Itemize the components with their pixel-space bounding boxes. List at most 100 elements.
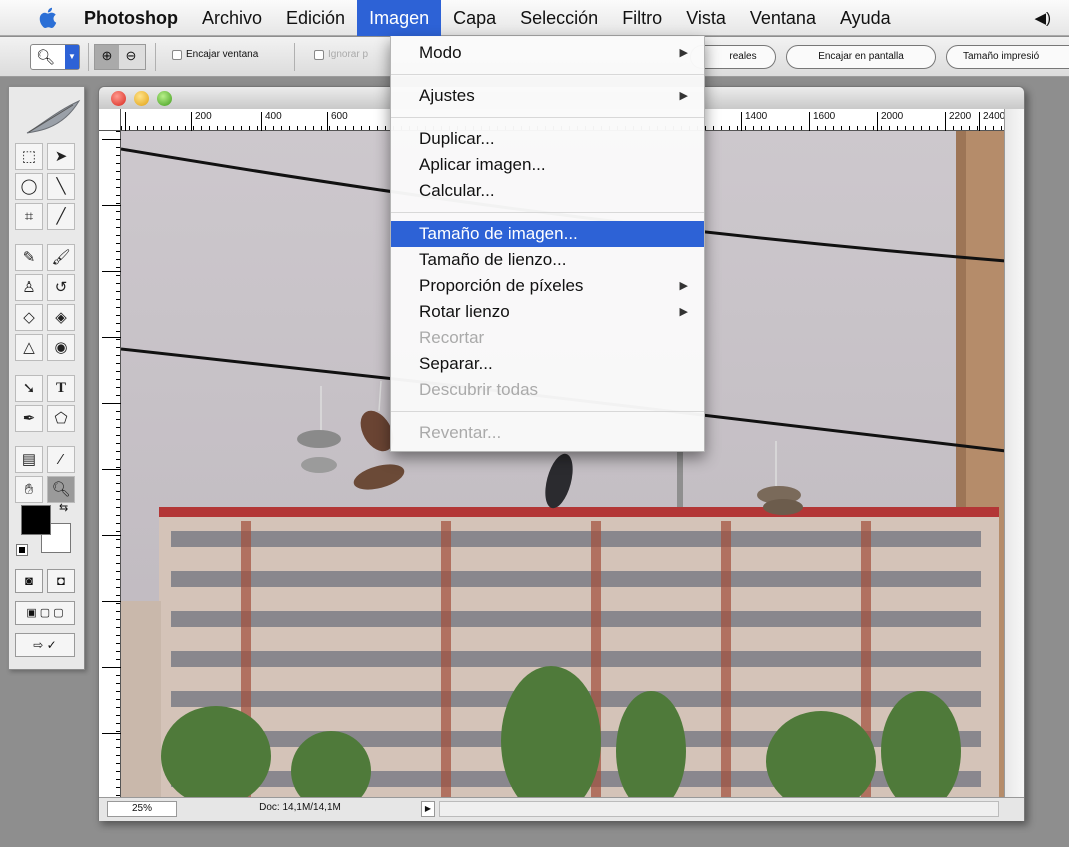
magic-wand-tool-icon[interactable]: ╲	[47, 173, 75, 200]
menu-edicion[interactable]: Edición	[274, 0, 357, 36]
eyedropper-tool-icon[interactable]: ⁄	[47, 446, 75, 473]
jump-to-imageready-icon[interactable]: ⇨ ✓	[15, 633, 75, 657]
zoom-window-button[interactable]	[157, 91, 172, 106]
pen-tool-icon[interactable]: ✒	[15, 405, 43, 432]
menu-archivo[interactable]: Archivo	[190, 0, 274, 36]
screen-mode-icon[interactable]: ▣ ▢ ▢	[15, 601, 75, 625]
dodge-tool-icon[interactable]: ◉	[47, 334, 75, 361]
speaker-icon[interactable]: ◀)	[1034, 9, 1051, 27]
encajar-en-pantalla-label: Encajar en pantalla	[818, 51, 904, 62]
eraser-tool-icon[interactable]: ◇	[15, 304, 43, 331]
history-brush-tool-icon[interactable]: ↺	[47, 274, 75, 301]
encajar-en-pantalla-button[interactable]: Encajar en pantalla	[786, 45, 936, 69]
zoom-in-icon[interactable]: ⊕	[95, 45, 119, 69]
screen-mode-row: ▣ ▢ ▢	[15, 601, 75, 625]
marquee-tool-icon[interactable]: ⬚	[15, 143, 43, 170]
menu-item-tamano-lienzo[interactable]: Tamaño de lienzo...	[391, 247, 704, 273]
chevron-down-icon: ▼	[65, 45, 79, 69]
minimize-button[interactable]	[134, 91, 149, 106]
path-selection-tool-icon[interactable]: ➘	[15, 375, 43, 402]
ruler-origin[interactable]	[99, 109, 121, 131]
menu-item-proporcion-pixeles[interactable]: Proporción de píxeles ▶	[391, 273, 704, 299]
ruler-label: 200	[191, 112, 212, 131]
move-tool-icon[interactable]: ➤	[47, 143, 75, 170]
menu-item-calcular[interactable]: Calcular...	[391, 178, 704, 204]
quick-mask-mode-icon[interactable]: ◘	[47, 569, 75, 593]
menu-item-ajustes[interactable]: Ajustes ▶	[391, 83, 704, 109]
default-colors-icon[interactable]	[16, 544, 28, 556]
divider	[155, 43, 156, 71]
swap-colors-icon[interactable]: ⇆	[59, 501, 68, 514]
shape-tool-icon[interactable]: ⬠	[47, 405, 75, 432]
horizontal-scrollbar[interactable]	[439, 801, 999, 817]
submenu-arrow-icon: ▶	[679, 306, 688, 318]
clone-stamp-tool-icon[interactable]: ♙	[15, 274, 43, 301]
foreground-color-swatch[interactable]	[21, 505, 51, 535]
tamano-impresion-button[interactable]: Tamaño impresió	[946, 45, 1069, 69]
crop-tool-icon[interactable]: ⌗	[15, 203, 43, 230]
tool-preset-picker[interactable]: 🔍︎ ▼	[30, 44, 80, 70]
menu-item-label: Proporción de píxeles	[419, 276, 584, 295]
menu-item-descubrir-todas: Descubrir todas	[419, 380, 539, 399]
menu-item-recortar: Recortar	[419, 328, 485, 347]
menu-item-separar[interactable]: Separar...	[391, 351, 704, 377]
hand-tool-icon[interactable]: ✋︎	[15, 476, 43, 503]
ruler-label: 2400	[979, 112, 1005, 131]
zoom-tool-icon[interactable]: 🔍︎	[47, 476, 75, 503]
close-button[interactable]	[111, 91, 126, 106]
notes-tool-icon[interactable]: ▤	[15, 446, 43, 473]
menu-capa[interactable]: Capa	[441, 0, 508, 36]
slice-tool-icon[interactable]: ╱	[47, 203, 75, 230]
menu-item-reventar: Reventar...	[419, 423, 502, 442]
paint-bucket-tool-icon[interactable]: ◈	[47, 304, 75, 331]
menu-item-label: Rotar lienzo	[419, 302, 510, 321]
menu-item-label: Ajustes	[419, 86, 475, 105]
menu-item-tamano-imagen[interactable]: Tamaño de imagen...	[391, 221, 704, 247]
status-menu-arrow-icon[interactable]: ▶	[421, 801, 435, 817]
menu-separator	[391, 411, 704, 412]
type-tool-icon[interactable]: T	[47, 375, 75, 402]
menu-filtro[interactable]: Filtro	[610, 0, 674, 36]
apple-icon[interactable]	[38, 6, 60, 30]
menu-imagen[interactable]: Imagen	[357, 0, 442, 36]
zoom-out-icon[interactable]: ⊖	[119, 45, 143, 69]
submenu-arrow-icon: ▶	[679, 280, 688, 292]
menu-vista[interactable]: Vista	[674, 0, 738, 36]
encajar-ventana-checkbox[interactable]: Encajar ventana	[172, 49, 258, 60]
feather-logo-icon	[26, 99, 81, 134]
menu-seleccion[interactable]: Selección	[508, 0, 610, 36]
menu-photoshop[interactable]: Photoshop	[82, 0, 190, 36]
menu-bar: Photoshop Archivo Edición Imagen Capa Se…	[0, 0, 1069, 36]
menu-item-modo[interactable]: Modo ▶	[391, 40, 704, 66]
menu-ayuda[interactable]: Ayuda	[828, 0, 903, 36]
menu-item-aplicar-imagen[interactable]: Aplicar imagen...	[391, 152, 704, 178]
ruler-label: 1400	[741, 112, 767, 131]
ruler-label: 400	[261, 112, 282, 131]
menu-item-label: Modo	[419, 43, 462, 62]
menu-item-duplicar[interactable]: Duplicar...	[391, 126, 704, 152]
ruler-label: 1600	[809, 112, 835, 131]
checkbox-box	[314, 49, 324, 60]
pixeles-reales-label: reales	[729, 51, 757, 62]
menu-item-rotar-lienzo[interactable]: Rotar lienzo ▶	[391, 299, 704, 325]
quick-mask-row: ◙ ◘	[15, 569, 75, 593]
zoom-tool-icon: 🔍︎	[36, 49, 56, 66]
lasso-tool-icon[interactable]: ◯	[15, 173, 43, 200]
brush-tool-icon[interactable]: 🖌︎	[47, 244, 75, 271]
divider	[294, 43, 295, 71]
menu-separator	[391, 117, 704, 118]
standard-mode-icon[interactable]: ◙	[15, 569, 43, 593]
zoom-level-field[interactable]: 25%	[107, 801, 177, 817]
tool-grid: ⬚ ➤ ◯ ╲ ⌗ ╱ ✎ 🖌︎ ♙ ↺ ◇ ◈ △ ◉ ➘ T ✒ ⬠ ▤ ⁄…	[15, 143, 75, 503]
imageready-row: ⇨ ✓	[15, 633, 75, 657]
healing-brush-tool-icon[interactable]: ✎	[15, 244, 43, 271]
vertical-ruler[interactable]	[99, 131, 121, 797]
tools-palette: ⬚ ➤ ◯ ╲ ⌗ ╱ ✎ 🖌︎ ♙ ↺ ◇ ◈ △ ◉ ➘ T ✒ ⬠ ▤ ⁄…	[8, 86, 85, 670]
checkbox-box	[172, 49, 182, 60]
blur-tool-icon[interactable]: △	[15, 334, 43, 361]
menu-ventana[interactable]: Ventana	[738, 0, 828, 36]
vertical-scrollbar[interactable]	[1004, 109, 1024, 797]
tamano-impresion-label: Tamaño impresió	[963, 51, 1040, 62]
zoom-mode-buttons: ⊕ ⊖	[94, 44, 146, 70]
ignorar-checkbox[interactable]: Ignorar p	[314, 49, 368, 60]
